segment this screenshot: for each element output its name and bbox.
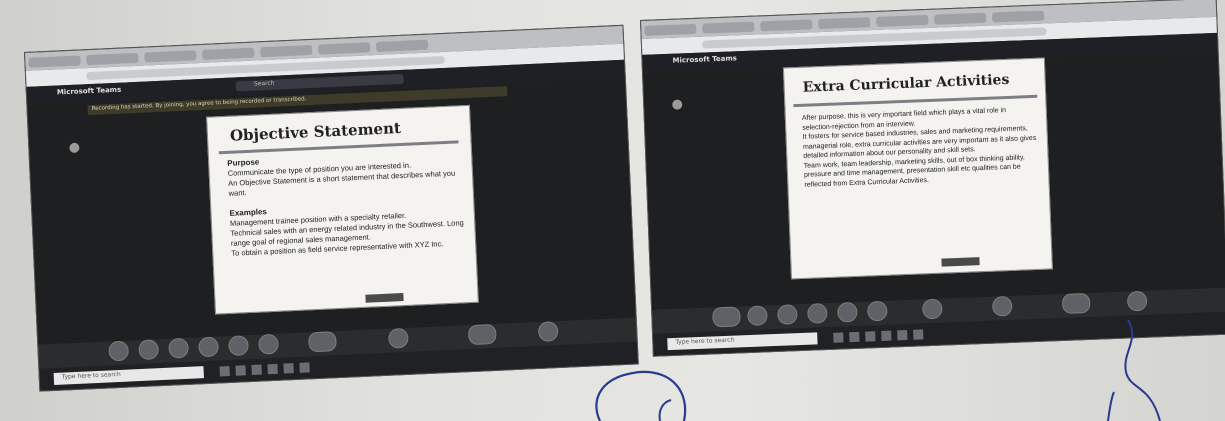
pen-ink-marks xyxy=(595,319,1161,421)
ink-circle-mark xyxy=(595,370,687,421)
ink-scribble-mark xyxy=(1107,391,1115,421)
ink-scribble-mark xyxy=(1124,319,1161,421)
ink-stroke-mark xyxy=(658,399,672,421)
